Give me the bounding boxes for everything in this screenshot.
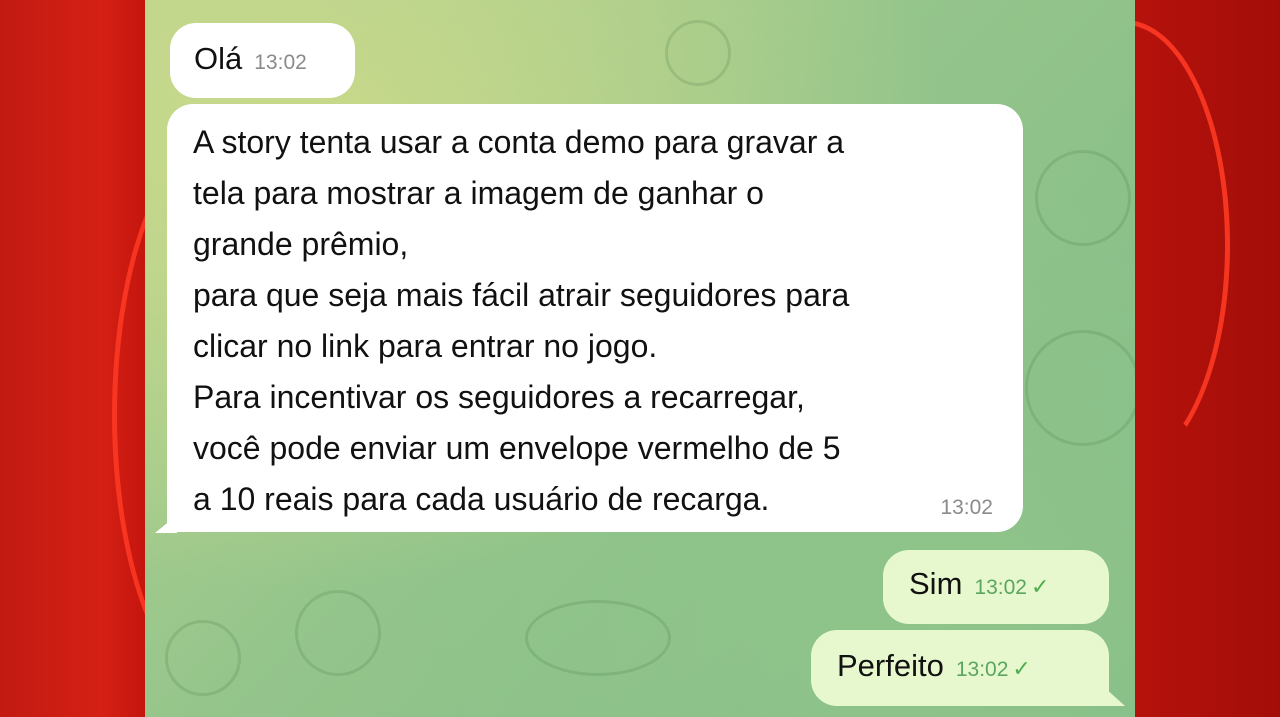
wallpaper-doodle bbox=[525, 600, 671, 676]
message-bubble-incoming[interactable]: Olá 13:02 bbox=[170, 23, 355, 98]
message-text: Sim bbox=[909, 566, 963, 601]
message-time: 13:02 bbox=[254, 51, 307, 74]
message-bubble-incoming[interactable]: A story tenta usar a conta demo para gra… bbox=[167, 104, 1023, 532]
message-bubble-outgoing[interactable]: Sim 13:02 ✓ bbox=[883, 550, 1109, 624]
bubble-tail-outgoing bbox=[1105, 688, 1125, 706]
wallpaper-doodle bbox=[1025, 330, 1135, 446]
message-bubble-outgoing[interactable]: Perfeito 13:02 ✓ bbox=[811, 630, 1109, 706]
message-text: A story tenta usar a conta demo para gra… bbox=[193, 124, 850, 517]
bubble-tail-incoming bbox=[155, 515, 177, 533]
message-time: 13:02 bbox=[974, 576, 1027, 599]
message-time: 13:02 bbox=[940, 496, 993, 519]
read-check-icon: ✓ bbox=[1012, 656, 1031, 681]
wallpaper-doodle bbox=[295, 590, 381, 676]
message-time: 13:02 bbox=[955, 658, 1009, 681]
wallpaper-doodle bbox=[165, 620, 241, 696]
message-text: Olá bbox=[194, 41, 243, 76]
wallpaper-doodle bbox=[665, 20, 731, 86]
read-check-icon: ✓ bbox=[1030, 574, 1050, 599]
message-text: Perfeito bbox=[837, 648, 944, 683]
chat-panel[interactable]: Olá 13:02 A story tenta usar a conta dem… bbox=[145, 0, 1135, 717]
wallpaper-doodle bbox=[1035, 150, 1131, 246]
